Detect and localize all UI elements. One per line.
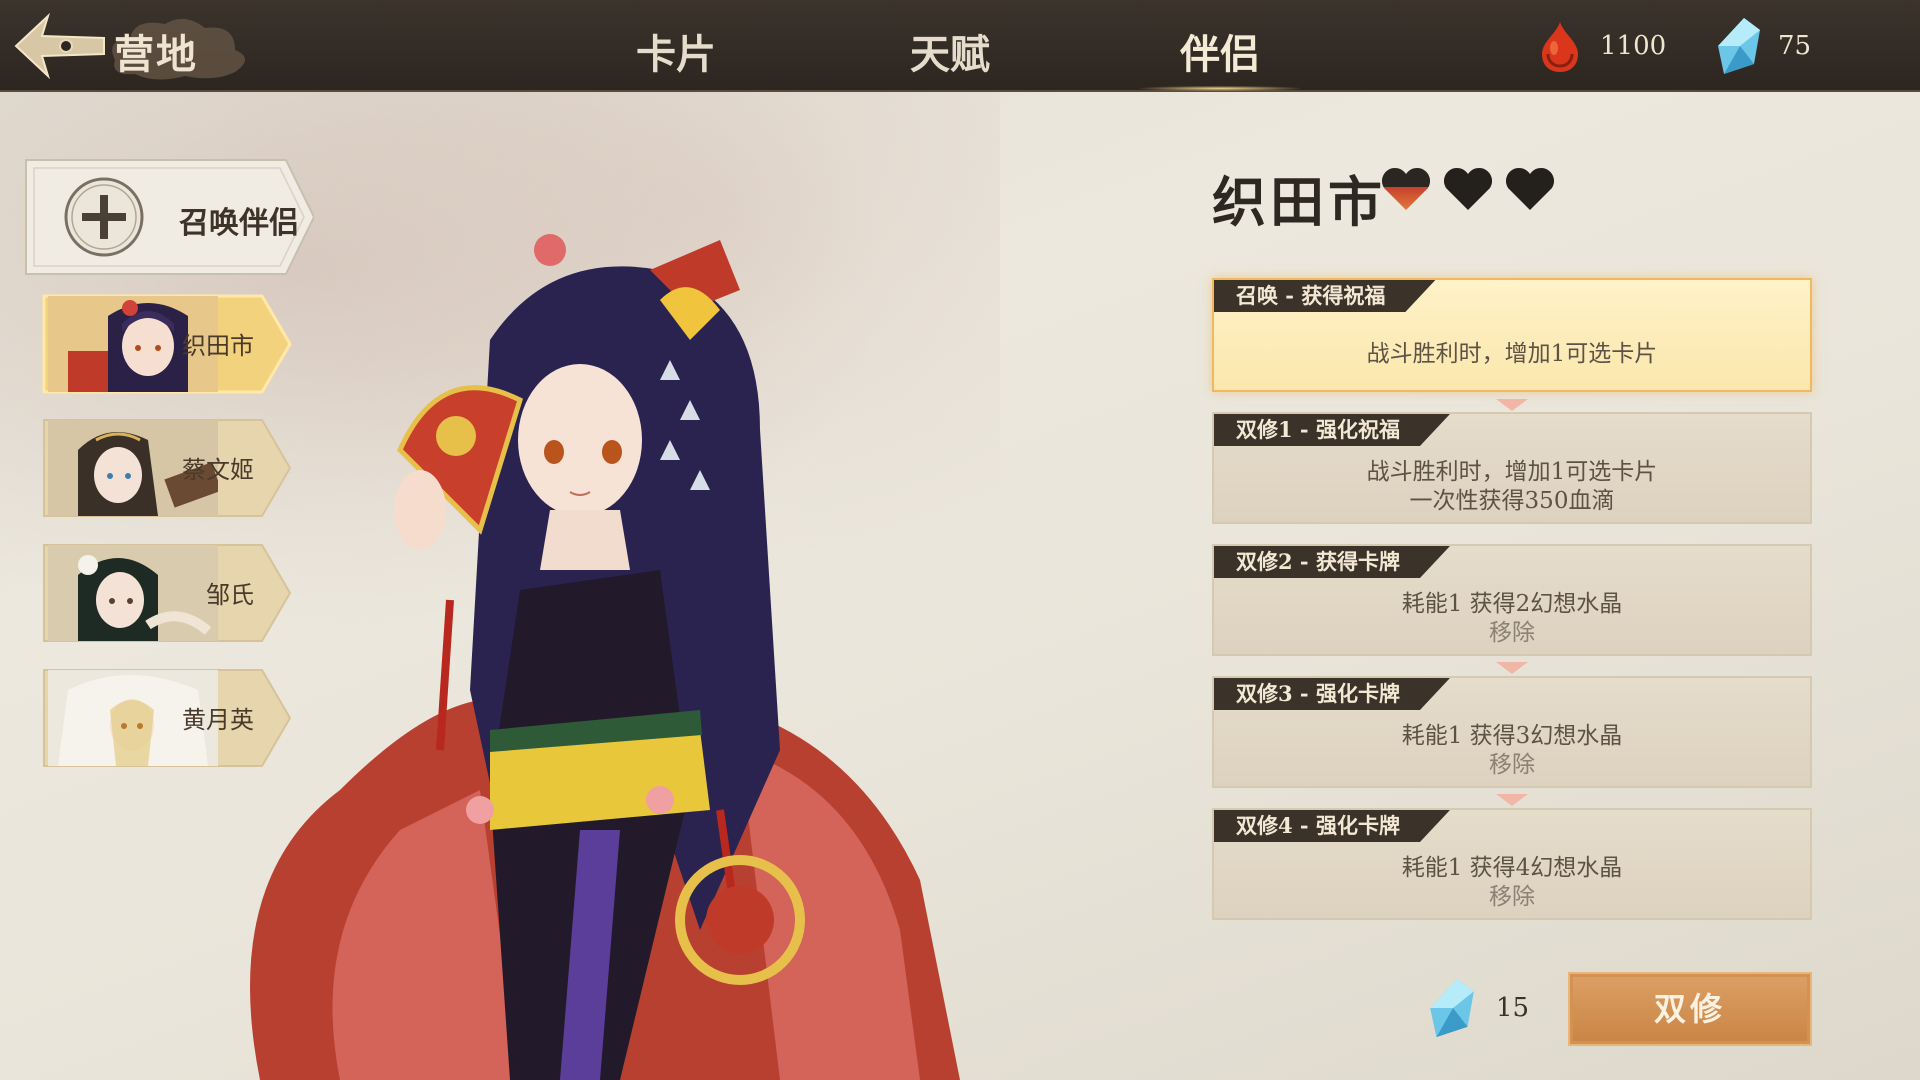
top-bar: 营地 卡片 天赋 伴侣 1100 75 (0, 0, 1920, 92)
blood-value: 1100 (1600, 31, 1667, 61)
crystal-resource: 75 (1714, 18, 1811, 74)
card-tag: 双修1 - 强化祝福 (1214, 414, 1450, 446)
card-description: 战斗胜利时，增加1可选卡片 (1214, 340, 1810, 369)
back-arrow-icon[interactable] (8, 8, 108, 84)
blood-resource: 1100 (1534, 18, 1666, 74)
card-line: 移除 (1489, 884, 1535, 910)
cost-value: 15 (1496, 993, 1530, 1023)
bond-card-summon: 召唤 - 获得祝福 战斗胜利时，增加1可选卡片 (1212, 278, 1812, 392)
avatar (48, 545, 218, 641)
companion-name-title: 织田市 (1212, 170, 1386, 234)
chevron-down-icon (1496, 662, 1528, 674)
card-description: 耗能1 获得2幻想水晶 移除 (1214, 590, 1810, 648)
card-tag: 双修3 - 强化卡牌 (1214, 678, 1450, 710)
card-tag: 双修4 - 强化卡牌 (1214, 810, 1450, 842)
card-description: 战斗胜利时，增加1可选卡片 一次性获得350血滴 (1214, 458, 1810, 516)
tab-talents[interactable]: 天赋 (870, 22, 1030, 80)
bond-card-dual-4: 双修4 - 强化卡牌 耗能1 获得4幻想水晶 移除 (1212, 808, 1812, 920)
tab-companions[interactable]: 伴侣 (1140, 22, 1300, 80)
crystal-icon (1718, 18, 1760, 74)
card-line: 战斗胜利时，增加1可选卡片 (1366, 341, 1658, 367)
card-description: 耗能1 获得4幻想水晶 移除 (1214, 854, 1810, 912)
dual-cultivation-cost: 15 (1426, 976, 1529, 1040)
card-line: 耗能1 获得2幻想水晶 (1401, 591, 1623, 617)
heart-empty-icon (1443, 167, 1493, 210)
heart-half-icon (1381, 167, 1431, 210)
bond-card-dual-3: 双修3 - 强化卡牌 耗能1 获得3幻想水晶 移除 (1212, 676, 1812, 788)
card-tag: 双修2 - 获得卡牌 (1214, 546, 1450, 578)
character-illustration (250, 234, 960, 1080)
dual-cultivation-button[interactable]: 双修 (1568, 972, 1812, 1046)
crystal-icon (1430, 978, 1474, 1038)
heart-empty-icon (1505, 167, 1555, 210)
card-line: 耗能1 获得3幻想水晶 (1401, 723, 1623, 749)
card-tag: 召唤 - 获得祝福 (1214, 280, 1435, 312)
chevron-down-icon (1496, 794, 1528, 806)
plus-icon (64, 177, 144, 257)
tab-cards[interactable]: 卡片 (596, 22, 756, 80)
affection-hearts (1380, 166, 1556, 212)
crystal-value: 75 (1778, 31, 1812, 61)
active-tab-indicator (1140, 86, 1300, 91)
chevron-down-icon (1496, 399, 1528, 411)
card-line: 战斗胜利时，增加1可选卡片 (1366, 459, 1658, 485)
card-line: 一次性获得350血滴 (1409, 488, 1615, 514)
card-description: 耗能1 获得3幻想水晶 移除 (1214, 722, 1810, 780)
camp-title[interactable]: 营地 (114, 22, 198, 80)
card-line: 耗能1 获得4幻想水晶 (1401, 855, 1623, 881)
bond-card-dual-2: 双修2 - 获得卡牌 耗能1 获得2幻想水晶 移除 (1212, 544, 1812, 656)
card-line: 移除 (1489, 620, 1535, 646)
blood-drop-icon (1542, 22, 1578, 72)
card-line: 移除 (1489, 752, 1535, 778)
bond-card-dual-1: 双修1 - 强化祝福 战斗胜利时，增加1可选卡片 一次性获得350血滴 (1212, 412, 1812, 524)
